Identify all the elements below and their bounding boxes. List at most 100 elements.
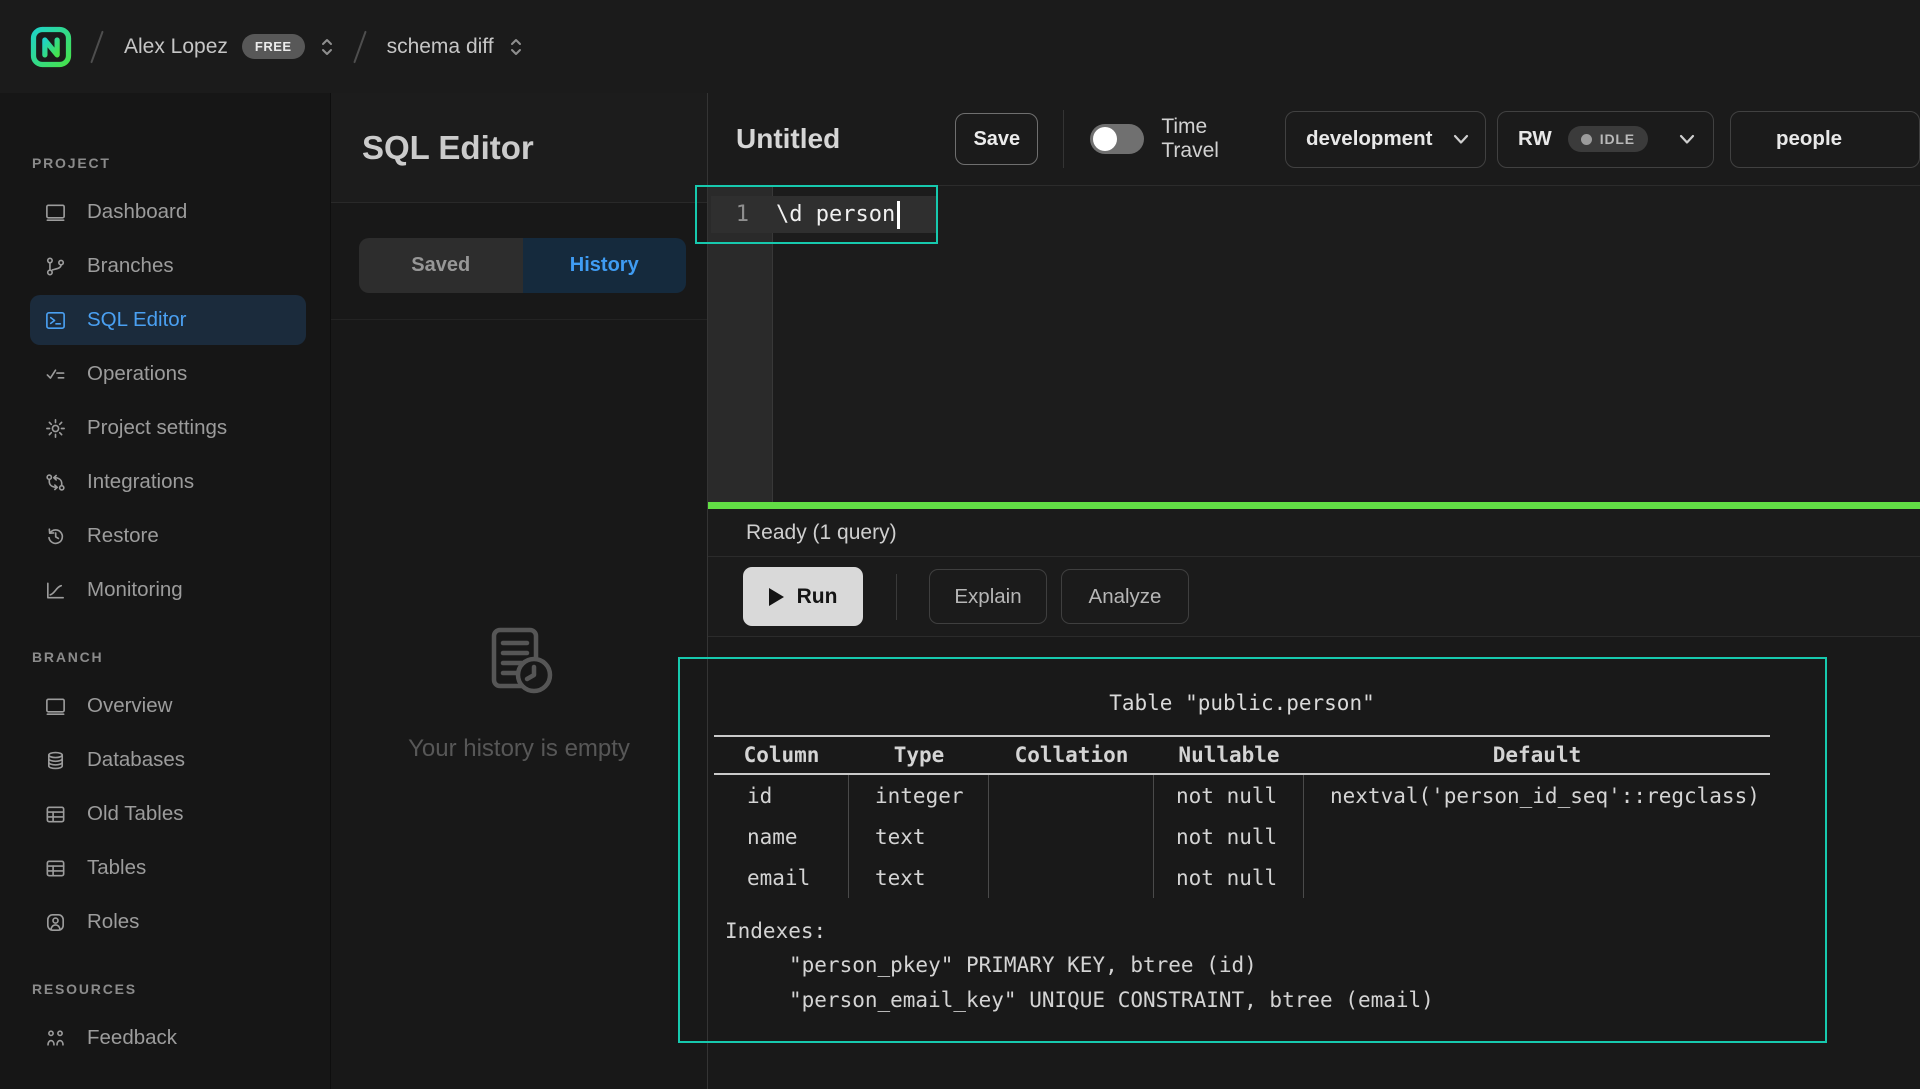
cell-nullable: not null — [1154, 816, 1304, 857]
page-title: SQL Editor — [362, 129, 534, 167]
cell-column: id — [714, 775, 849, 816]
run-button[interactable]: Run — [743, 567, 863, 626]
sidebar-item-databases[interactable]: Databases — [30, 735, 306, 785]
sidebar-item-integrations[interactable]: Integrations — [30, 457, 306, 507]
history-empty-state: Your history is empty — [331, 625, 707, 763]
database-select-value: people — [1776, 127, 1842, 151]
empty-state-text: Your history is empty — [408, 735, 630, 763]
sidebar-item-project-settings[interactable]: Project settings — [30, 403, 306, 453]
status-dot-icon — [1581, 134, 1592, 145]
people-icon — [44, 1027, 67, 1050]
column-header: Nullable — [1154, 743, 1304, 767]
integrations-icon — [44, 471, 67, 494]
editor-active-line[interactable]: 1 \d person — [711, 196, 937, 233]
table-icon — [44, 857, 67, 880]
sidebar-item-roles[interactable]: Roles — [30, 897, 306, 947]
sidebar: PROJECT Dashboard Branches SQL Editor Op… — [0, 93, 330, 1089]
results-header-row: Column Type Collation Nullable Default — [714, 737, 1770, 773]
gear-icon — [44, 417, 67, 440]
editor-gutter — [708, 186, 773, 502]
sidebar-item-label: Project settings — [87, 416, 227, 440]
sidebar-section-project: PROJECT — [32, 155, 330, 171]
indexes-label: Indexes: — [714, 914, 1770, 948]
user-name: Alex Lopez — [124, 35, 228, 59]
terminal-icon — [44, 309, 67, 332]
saved-history-tabs: Saved History — [359, 238, 686, 293]
sidebar-section-branch: BRANCH — [32, 649, 330, 665]
run-progress-bar — [708, 502, 1920, 509]
index-entry: "person_pkey" PRIMARY KEY, btree (id) — [714, 948, 1770, 983]
checklist-icon — [44, 363, 67, 386]
sidebar-item-tables[interactable]: Tables — [30, 843, 306, 893]
text-cursor — [897, 201, 900, 229]
sidebar-item-monitoring[interactable]: Monitoring — [30, 565, 306, 615]
table-icon — [44, 803, 67, 826]
branch-select[interactable]: development — [1285, 111, 1486, 168]
sidebar-item-dashboard[interactable]: Dashboard — [30, 187, 306, 237]
tab-history[interactable]: History — [523, 238, 687, 293]
compute-role: RW — [1518, 127, 1552, 151]
chevron-down-icon — [1453, 134, 1469, 145]
cell-collation — [989, 857, 1154, 898]
sidebar-item-old-tables[interactable]: Old Tables — [30, 789, 306, 839]
line-number: 1 — [711, 202, 749, 227]
cell-default: nextval('person_id_seq'::regclass) — [1304, 775, 1770, 816]
cell-nullable: not null — [1154, 857, 1304, 898]
sql-code-text: \d person — [776, 202, 895, 227]
sidebar-item-overview[interactable]: Overview — [30, 681, 306, 731]
cell-collation — [989, 816, 1154, 857]
analyze-button[interactable]: Analyze — [1061, 569, 1189, 624]
sidebar-item-label: Tables — [87, 856, 146, 880]
cell-type: text — [849, 857, 989, 898]
sidebar-item-branches[interactable]: Branches — [30, 241, 306, 291]
query-title: Untitled — [736, 123, 840, 155]
sidebar-item-label: Integrations — [87, 470, 194, 494]
status-row: Ready (1 query) — [708, 509, 1920, 557]
history-clock-icon — [44, 525, 67, 548]
explain-button[interactable]: Explain — [929, 569, 1047, 624]
sidebar-item-sql-editor[interactable]: SQL Editor — [30, 295, 306, 345]
sidebar-item-label: Dashboard — [87, 200, 187, 224]
sidebar-item-label: Roles — [87, 910, 139, 934]
time-travel-label: Time Travel — [1161, 115, 1266, 163]
sql-editor-panel: SQL Editor Saved History Your history is… — [330, 93, 707, 1089]
breadcrumb-project[interactable]: schema diff — [387, 35, 524, 59]
git-branch-icon — [44, 255, 67, 278]
cell-column: email — [714, 857, 849, 898]
project-name: schema diff — [387, 35, 494, 59]
sidebar-item-restore[interactable]: Restore — [30, 511, 306, 561]
cell-collation — [989, 775, 1154, 816]
compute-select[interactable]: RW IDLE — [1497, 111, 1714, 168]
sql-code-editor[interactable]: 1 \d person — [708, 186, 1920, 502]
chevron-updown-icon — [319, 35, 335, 59]
top-bar: Alex Lopez FREE schema diff — [0, 0, 1920, 93]
status-text: Ready (1 query) — [746, 521, 897, 545]
sidebar-item-operations[interactable]: Operations — [30, 349, 306, 399]
play-icon — [769, 588, 784, 606]
tab-saved[interactable]: Saved — [359, 238, 523, 293]
compute-status-badge: IDLE — [1568, 126, 1648, 152]
sidebar-item-label: Branches — [87, 254, 174, 278]
time-travel-toggle[interactable] — [1090, 124, 1144, 154]
column-header: Collation — [989, 743, 1154, 767]
compute-status-text: IDLE — [1600, 131, 1635, 147]
breadcrumb-user[interactable]: Alex Lopez FREE — [124, 34, 335, 59]
sidebar-item-feedback[interactable]: Feedback — [30, 1013, 306, 1063]
neon-logo[interactable] — [30, 26, 72, 68]
sidebar-item-label: Old Tables — [87, 802, 183, 826]
query-results-output: Table "public.person" Column Type Collat… — [714, 669, 1770, 1018]
neon-console: Alex Lopez FREE schema diff PROJECT Dash… — [0, 0, 1920, 1089]
panel-header: SQL Editor — [331, 93, 707, 203]
chevron-updown-icon — [508, 35, 524, 59]
results-table-title: Table "public.person" — [714, 683, 1770, 723]
cell-nullable: not null — [1154, 775, 1304, 816]
cell-default — [1304, 816, 1770, 857]
document-clock-icon — [474, 625, 564, 711]
sidebar-item-label: Restore — [87, 524, 159, 548]
database-select[interactable]: people — [1730, 111, 1920, 168]
cell-column: name — [714, 816, 849, 857]
sidebar-item-label: SQL Editor — [87, 308, 187, 332]
chevron-down-icon — [1679, 134, 1695, 145]
save-button[interactable]: Save — [955, 113, 1038, 165]
run-button-label: Run — [797, 585, 838, 609]
